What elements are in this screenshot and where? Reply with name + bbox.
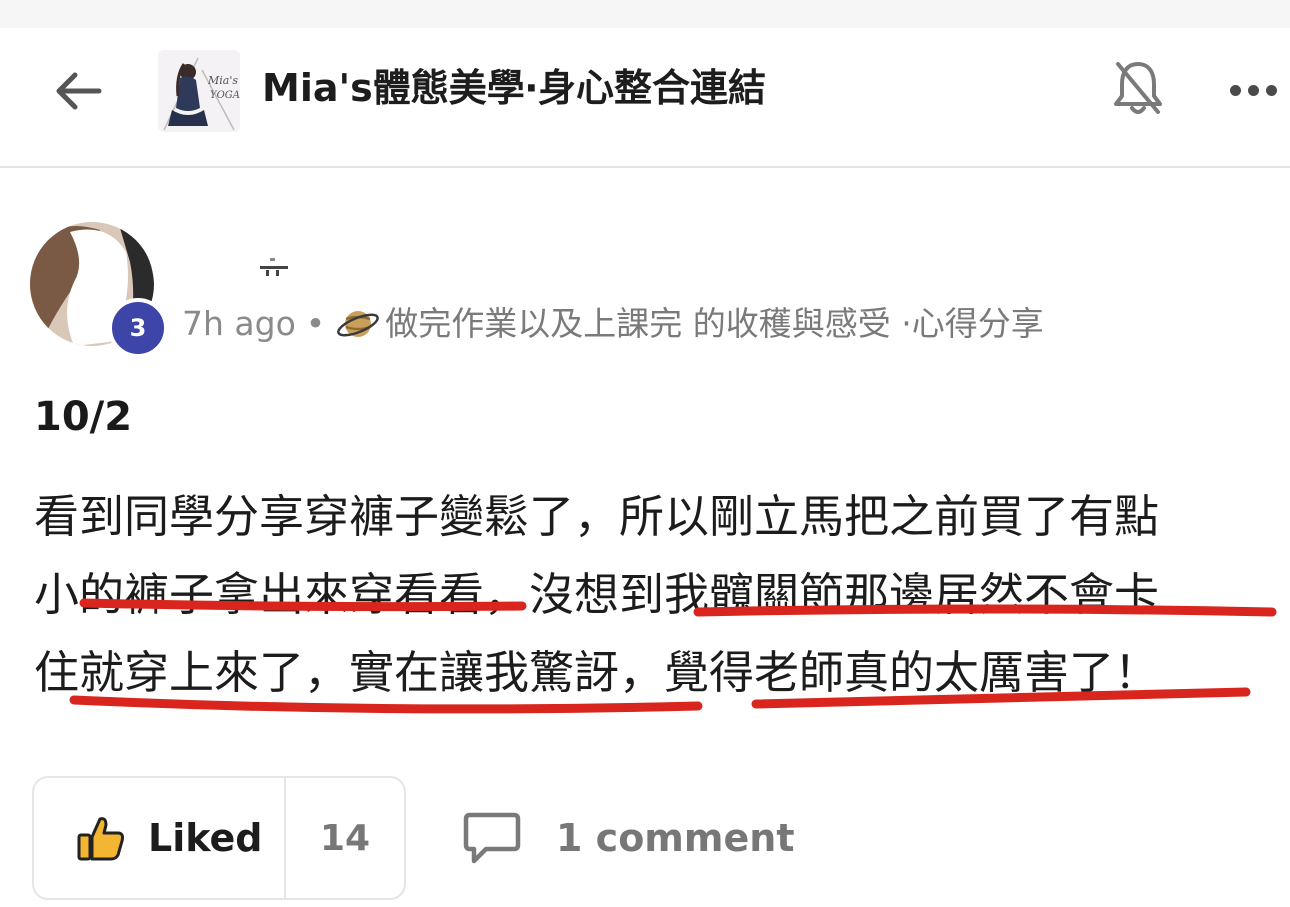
post-body-line: 小的褲子拿出來穿看看，沒想到我髖關節那邊居然不會卡 [34, 568, 1160, 621]
thumbs-up-icon [77, 817, 124, 861]
logo-text-line2: YOGA [210, 90, 240, 101]
comment-bubble-icon [463, 812, 521, 864]
logo-text-line1: Mia's [207, 74, 238, 87]
back-button[interactable] [48, 66, 108, 116]
more-options-button[interactable] [1230, 68, 1290, 112]
planet-icon [337, 311, 380, 337]
group-logo[interactable]: Mia's YOGA [158, 50, 240, 132]
top-app-bar: Mia's YOGA Mia's體態美學‧身心整合連結 [0, 28, 1290, 168]
post-body-line: 看到同學分享穿褲子變鬆了，所以剛立馬把之前買了有點 [34, 490, 1160, 543]
group-logo-image: Mia's YOGA [158, 50, 240, 132]
notifications-toggle-button[interactable] [1108, 56, 1168, 120]
like-control: Liked 14 [32, 776, 406, 900]
comment-label: 1 comment [556, 816, 795, 860]
comment-button[interactable]: 1 comment [462, 800, 794, 876]
group-title: Mia's體態美學‧身心整合連結 [262, 66, 766, 110]
author-avatar-container[interactable]: 3 [30, 222, 168, 358]
author-name-redacted[interactable] [258, 252, 298, 280]
post-category-link[interactable]: 做完作業以及上課完 的收穫與感受 ·心得分享 [385, 300, 1043, 348]
arrow-left-icon [56, 72, 102, 110]
more-horizontal-icon [1230, 84, 1241, 96]
post-timestamp: 7h ago [182, 304, 296, 343]
like-button[interactable]: Liked [34, 778, 286, 898]
post-meta: 7h ago • 做完作業以及上課完 的收穫與感受 ·心得分享 [182, 300, 1044, 348]
post-title: 10/2 [34, 394, 133, 440]
like-label: Liked [148, 816, 263, 860]
author-level-badge: 3 [108, 298, 168, 358]
status-bar [0, 0, 1290, 28]
bell-off-icon [1114, 62, 1162, 114]
post-body-line: 住就穿上來了，實在讓我驚訝，覺得老師真的太厲害了！ [34, 646, 1160, 699]
post-body: 看到同學分享穿褲子變鬆了，所以剛立馬把之前買了有點 小的褲子拿出來穿看看，沒想到… [34, 478, 1274, 712]
like-count-button[interactable]: 14 [286, 778, 404, 898]
meta-separator: • [305, 304, 326, 343]
